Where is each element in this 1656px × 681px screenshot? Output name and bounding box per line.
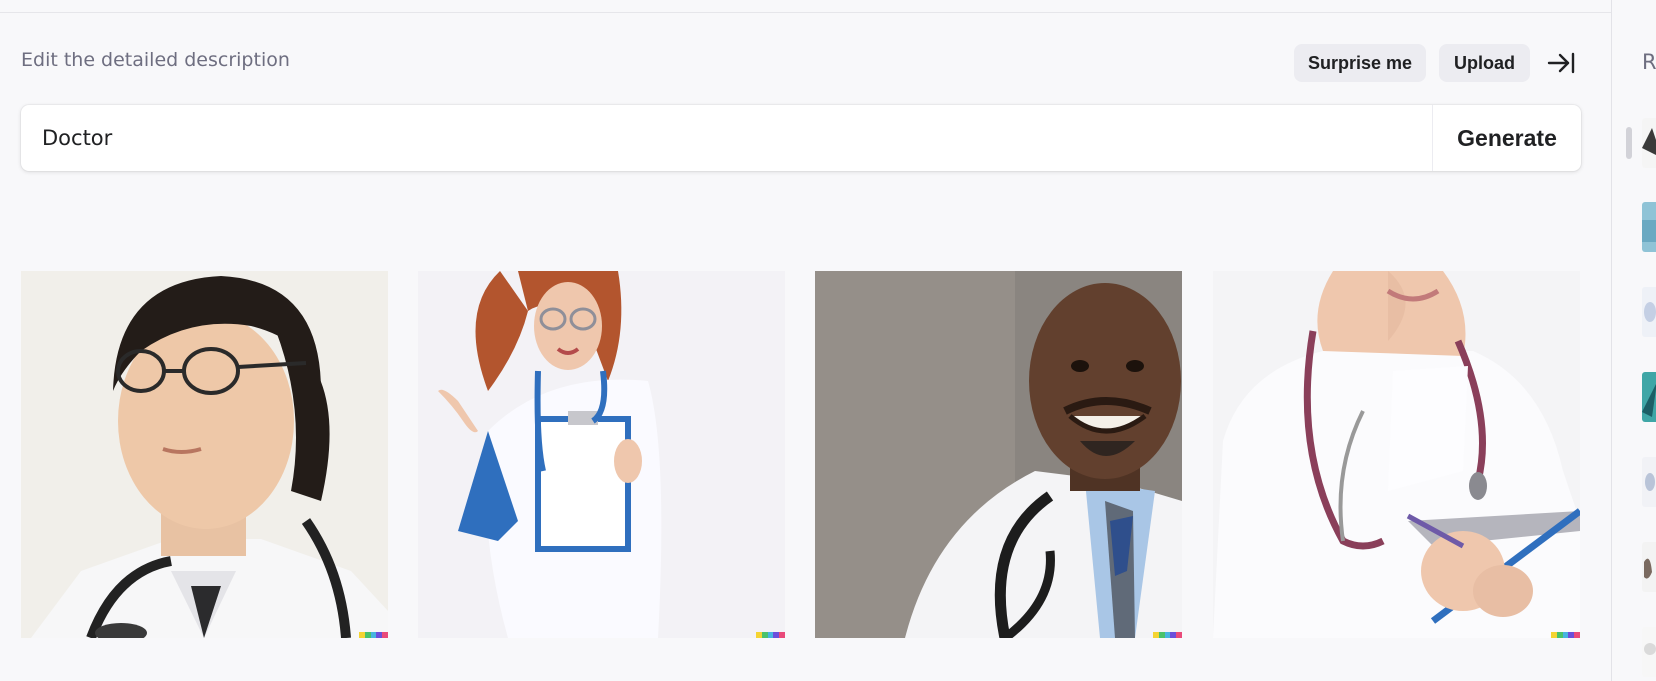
sidebar-heading: Recent — [1642, 50, 1656, 74]
prompt-bar: Generate — [21, 105, 1581, 171]
generate-button[interactable]: Generate — [1433, 105, 1581, 171]
history-thumbnail[interactable] — [1642, 372, 1656, 422]
history-thumbnail[interactable] — [1642, 287, 1656, 337]
image-signature — [1153, 632, 1182, 638]
editor-panel: Edit the detailed description Surprise m… — [0, 0, 1611, 681]
sidebar-scrollbar[interactable] — [1626, 127, 1632, 159]
image-signature — [1551, 632, 1580, 638]
generated-image-2[interactable] — [418, 271, 785, 638]
history-thumbnail[interactable] — [1642, 202, 1656, 252]
image-signature — [756, 632, 785, 638]
history-thumbnail[interactable] — [1642, 118, 1656, 168]
generated-image-4[interactable] — [1213, 271, 1580, 638]
description-label: Edit the detailed description — [21, 49, 290, 71]
history-sidebar: Recent — [1611, 0, 1656, 681]
surprise-me-button[interactable]: Surprise me — [1294, 44, 1426, 82]
history-thumbnail[interactable] — [1642, 542, 1656, 592]
image-signature — [359, 632, 388, 638]
generated-image-1[interactable] — [21, 271, 388, 638]
collapse-sidebar-icon[interactable] — [1546, 50, 1576, 76]
generated-image-3[interactable] — [815, 271, 1182, 638]
history-thumbnail[interactable] — [1642, 627, 1656, 677]
prompt-input[interactable] — [21, 105, 1432, 171]
upload-button[interactable]: Upload — [1439, 44, 1530, 82]
history-thumbnail[interactable] — [1642, 457, 1656, 507]
